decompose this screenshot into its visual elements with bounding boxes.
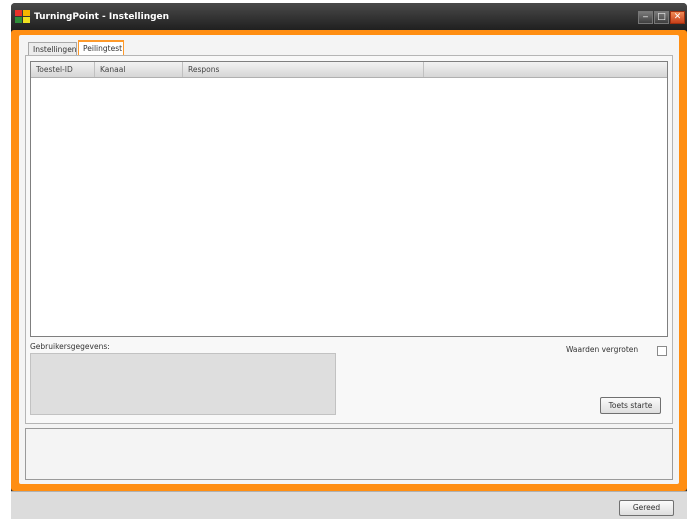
settings-window: TurningPoint - Instellingen ‒ □ ✕ Instel…: [11, 3, 687, 519]
window-frame: Instellingen Peilingtest Toestel-ID Kana…: [11, 30, 687, 491]
title-bar[interactable]: TurningPoint - Instellingen ‒ □ ✕: [11, 3, 687, 31]
list-header: Toestel-ID Kanaal Respons: [31, 62, 667, 78]
dialog-content: Instellingen Peilingtest Toestel-ID Kana…: [19, 35, 679, 484]
response-list[interactable]: Toestel-ID Kanaal Respons: [30, 61, 668, 337]
tab-peilingtest[interactable]: Peilingtest: [78, 40, 124, 55]
window-title: TurningPoint - Instellingen: [34, 12, 170, 22]
bottom-bar: Gereed: [11, 491, 687, 519]
peilingtest-panel: Toestel-ID Kanaal Respons Gebruikersgege…: [25, 55, 673, 424]
waarden-vergroten-label: Waarden vergroten: [566, 345, 639, 354]
maximize-button[interactable]: □: [654, 11, 669, 24]
column-header-empty: [424, 62, 669, 77]
gebruikersgegevens-label: Gebruikersgegevens:: [30, 342, 110, 351]
column-header-kanaal[interactable]: Kanaal: [95, 62, 183, 77]
gereed-button[interactable]: Gereed: [619, 500, 674, 516]
column-header-respons[interactable]: Respons: [183, 62, 424, 77]
gebruikersgegevens-box: [30, 353, 336, 415]
toets-starten-button[interactable]: Toets starte: [600, 397, 661, 414]
close-button[interactable]: ✕: [670, 11, 685, 24]
tab-instellingen[interactable]: Instellingen: [28, 42, 77, 55]
minimize-button[interactable]: ‒: [638, 11, 653, 24]
waarden-vergroten-checkbox[interactable]: [657, 346, 667, 356]
turningpoint-app-icon: [15, 10, 30, 24]
status-panel: [25, 428, 673, 480]
column-header-toestel-id[interactable]: Toestel-ID: [31, 62, 95, 77]
